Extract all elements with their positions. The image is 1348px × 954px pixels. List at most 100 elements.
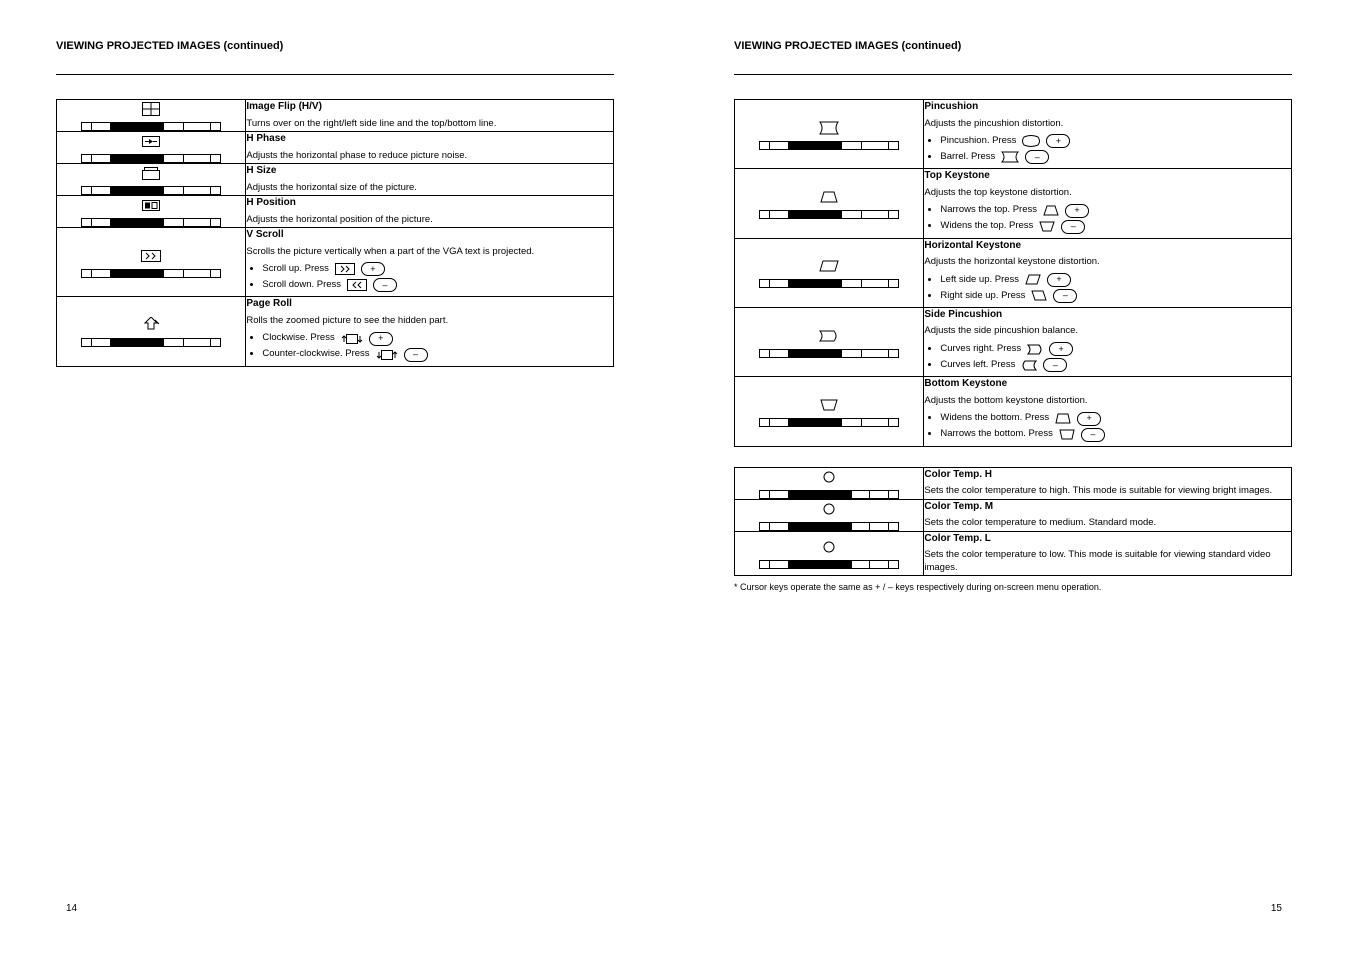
- skew-left-icon: [1025, 274, 1041, 285]
- desc-cell: Color Temp. M Sets the color temperature…: [924, 499, 1292, 531]
- trap-top-wide-icon: [1039, 221, 1055, 232]
- row-desc: Rolls the zoomed picture to see the hidd…: [246, 315, 613, 328]
- adjust-table-right-b: Color Temp. H Sets the color temperature…: [734, 467, 1292, 576]
- desc-cell: Color Temp. H Sets the color temperature…: [924, 467, 1292, 499]
- table-row: H Size Adjusts the horizontal size of th…: [57, 164, 614, 196]
- row-title: Horizontal Keystone: [924, 239, 1291, 253]
- page-number: 14: [56, 883, 614, 914]
- plus-button-icon: +: [1046, 134, 1070, 148]
- icon-cell: [735, 169, 924, 238]
- row-desc: Turns over on the right/left side line a…: [246, 118, 613, 131]
- row-desc: Scrolls the picture vertically when a pa…: [246, 246, 613, 259]
- icon-cell: [735, 307, 924, 376]
- bullet: Scroll up. Press +: [262, 262, 613, 276]
- row-title: H Phase: [246, 132, 613, 146]
- plus-button-icon: +: [369, 332, 393, 346]
- icon-cell: [735, 531, 924, 575]
- table-row: H Position Adjusts the horizontal positi…: [57, 196, 614, 228]
- h-size-icon: [57, 164, 245, 182]
- row-title: Image Flip (H/V): [246, 100, 613, 114]
- row-title: H Size: [246, 164, 613, 178]
- row-title: Color Temp. M: [924, 500, 1291, 514]
- skew-right-icon: [1031, 290, 1047, 301]
- table-row: V Scroll Scrolls the picture vertically …: [57, 228, 614, 297]
- row-title: Color Temp. H: [924, 468, 1291, 482]
- h-position-icon: [57, 196, 245, 214]
- v-scroll-icon: [57, 247, 245, 265]
- desc-cell: H Size Adjusts the horizontal size of th…: [246, 164, 614, 196]
- row-title: Side Pincushion: [924, 308, 1291, 322]
- row-title: Color Temp. L: [924, 532, 1291, 546]
- row-title: H Position: [246, 196, 613, 210]
- row-desc: Adjusts the top keystone distortion.: [924, 187, 1291, 200]
- minus-button-icon: –: [373, 278, 397, 292]
- icon-cell: [57, 196, 246, 228]
- desc-cell: Top Keystone Adjusts the top keystone di…: [924, 169, 1292, 238]
- slider-bar: [735, 522, 923, 531]
- table-row: Pincushion Adjusts the pincushion distor…: [735, 100, 1292, 169]
- table-row: Image Flip (H/V) Turns over on the right…: [57, 100, 614, 132]
- slider-bar: [735, 560, 923, 569]
- row-desc: Adjusts the horizontal size of the pictu…: [246, 182, 613, 195]
- footnote: * Cursor keys operate the same as + / – …: [734, 582, 1292, 594]
- row-desc: Adjusts the horizontal phase to reduce p…: [246, 150, 613, 163]
- row-desc: Adjusts the pincushion distortion.: [924, 118, 1291, 131]
- desc-cell: Color Temp. L Sets the color temperature…: [924, 531, 1292, 575]
- icon-cell: [57, 297, 246, 366]
- row-desc: Sets the color temperature to low. This …: [924, 549, 1291, 575]
- icon-cell: [735, 467, 924, 499]
- row-desc: Sets the color temperature to medium. St…: [924, 517, 1291, 530]
- bullet: Narrows the bottom. Press –: [940, 428, 1291, 442]
- divider: [734, 74, 1292, 75]
- minus-button-icon: –: [1025, 150, 1049, 164]
- flip-hv-icon: [57, 100, 245, 118]
- table-row: Horizontal Keystone Adjusts the horizont…: [735, 238, 1292, 307]
- plus-button-icon: +: [1047, 273, 1071, 287]
- row-desc: Sets the color temperature to high. This…: [924, 485, 1291, 498]
- bullet: Curves left. Press –: [940, 358, 1291, 372]
- desc-cell: Pincushion Adjusts the pincushion distor…: [924, 100, 1292, 169]
- table-row: Bottom Keystone Adjusts the bottom keyst…: [735, 377, 1292, 446]
- icon-cell: [735, 100, 924, 169]
- divider: [56, 74, 614, 75]
- bullet: Pincushion. Press +: [940, 134, 1291, 148]
- bullet: Barrel. Press –: [940, 150, 1291, 164]
- section-title-right: VIEWING PROJECTED IMAGES (continued): [734, 40, 1292, 52]
- right-page: VIEWING PROJECTED IMAGES (continued) Pin…: [734, 40, 1292, 914]
- plus-button-icon: +: [361, 262, 385, 276]
- bullet: Right side up. Press –: [940, 289, 1291, 303]
- pin-side-left-icon: [1021, 360, 1037, 371]
- rotate-cw-icon: [341, 332, 363, 346]
- minus-button-icon: –: [1081, 428, 1105, 442]
- icon-cell: [57, 228, 246, 297]
- row-title: V Scroll: [246, 228, 613, 242]
- bullet: Widens the bottom. Press +: [940, 412, 1291, 426]
- minus-button-icon: –: [1061, 220, 1085, 234]
- row-desc: Adjusts the horizontal keystone distorti…: [924, 256, 1291, 269]
- slider-bar: [735, 418, 923, 427]
- slider-bar: [57, 269, 245, 278]
- pincushion-icon: [735, 119, 923, 137]
- desc-cell: Image Flip (H/V) Turns over on the right…: [246, 100, 614, 132]
- icon-cell: [57, 100, 246, 132]
- table-row: Color Temp. H Sets the color temperature…: [735, 467, 1292, 499]
- slider-bar: [735, 349, 923, 358]
- left-page: VIEWING PROJECTED IMAGES (continued): [56, 40, 614, 914]
- desc-cell: H Position Adjusts the horizontal positi…: [246, 196, 614, 228]
- icon-cell: [57, 164, 246, 196]
- adjust-table-left: Image Flip (H/V) Turns over on the right…: [56, 99, 614, 367]
- table-row: Side Pincushion Adjusts the side pincush…: [735, 307, 1292, 376]
- table-row: H Phase Adjusts the horizontal phase to …: [57, 132, 614, 164]
- pincushion-out-icon: [1022, 135, 1040, 147]
- slider-bar: [57, 122, 245, 131]
- icon-cell: [57, 132, 246, 164]
- plus-button-icon: +: [1065, 204, 1089, 218]
- pincushion-in-icon: [1001, 151, 1019, 163]
- plus-button-icon: +: [1049, 342, 1073, 356]
- color-temp-l-icon: [735, 538, 923, 556]
- table-row: Top Keystone Adjusts the top keystone di…: [735, 169, 1292, 238]
- color-temp-h-icon: [735, 468, 923, 486]
- table-row: Color Temp. L Sets the color temperature…: [735, 531, 1292, 575]
- plus-button-icon: +: [1077, 412, 1101, 426]
- slider-bar: [57, 186, 245, 195]
